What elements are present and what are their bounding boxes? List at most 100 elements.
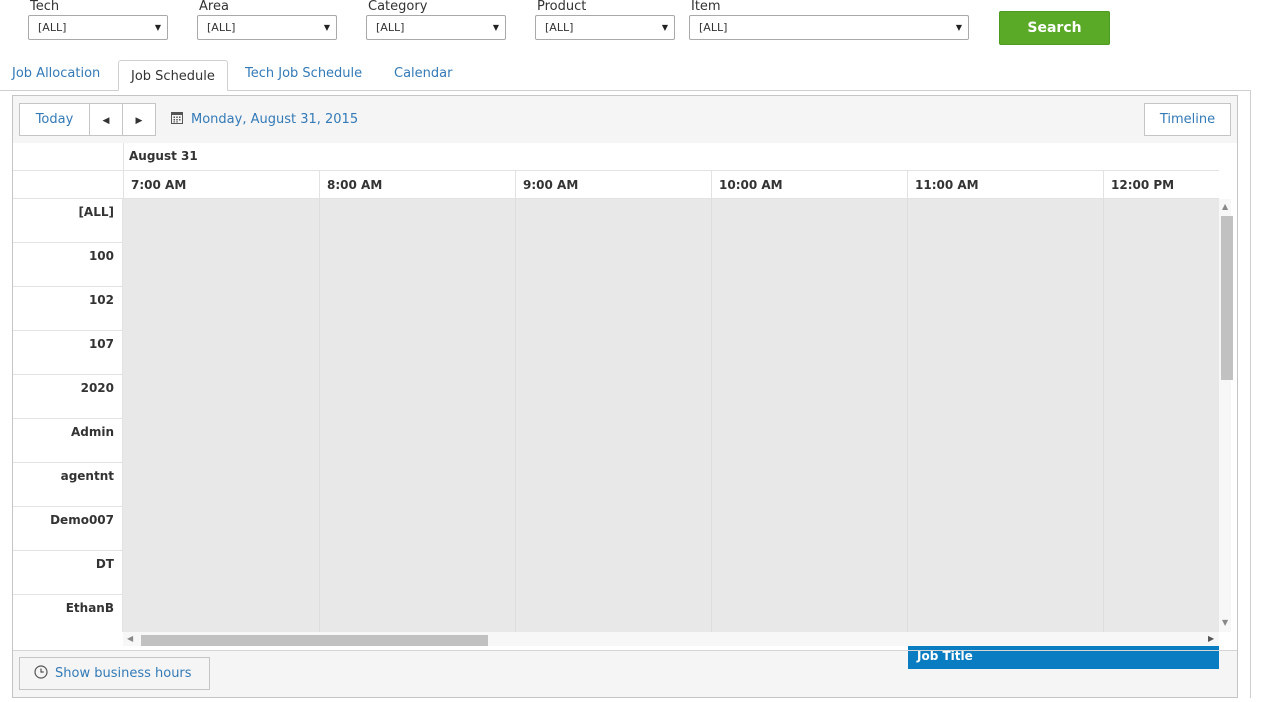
tab-job-allocation[interactable]: Job Allocation xyxy=(12,66,100,81)
time-header: 7:00 AM 8:00 AM 9:00 AM 10:00 AM 11:00 A… xyxy=(13,171,1219,199)
resource-row: EthanB xyxy=(13,595,1219,632)
resource-slot[interactable] xyxy=(123,199,1219,243)
resource-row: 102 xyxy=(13,287,1219,331)
resource-slot[interactable] xyxy=(123,595,1219,632)
time-header-cell: 10:00 AM xyxy=(711,171,907,198)
tab-strip: Job Allocation Job Schedule Tech Job Sch… xyxy=(0,60,1251,91)
filter-label: Tech xyxy=(30,0,60,14)
resource-label: Demo007 xyxy=(13,507,123,551)
resource-slot[interactable] xyxy=(123,243,1219,287)
clock-icon xyxy=(34,660,48,691)
filter-tech: Tech [ALL] ▼ xyxy=(28,0,168,40)
business-hours-label: Show business hours xyxy=(55,666,192,681)
filter-label: Area xyxy=(199,0,229,14)
hour-gridline xyxy=(319,199,320,632)
select-value: [ALL] xyxy=(545,21,574,34)
time-header-cell: 9:00 AM xyxy=(515,171,711,198)
category-select[interactable]: [ALL] ▼ xyxy=(366,15,506,40)
scroll-left-icon[interactable]: ◀ xyxy=(127,634,133,643)
horizontal-scrollbar[interactable]: ◀ ▶ xyxy=(123,632,1219,646)
show-business-hours-button[interactable]: Show business hours xyxy=(19,657,210,690)
tab-job-schedule[interactable]: Job Schedule xyxy=(118,60,228,91)
scroll-down-icon[interactable]: ▼ xyxy=(1222,618,1228,627)
resource-label: 100 xyxy=(13,243,123,287)
current-date-picker[interactable]: Monday, August 31, 2015 xyxy=(171,111,358,128)
next-button[interactable]: ▶ xyxy=(122,103,156,136)
scheduler-toolbar: Today ◀ ▶ Monday, August 31, 2015 Timeli… xyxy=(13,96,1237,144)
resource-row: 107 xyxy=(13,331,1219,375)
filter-label: Item xyxy=(691,0,721,14)
current-date-label: Monday, August 31, 2015 xyxy=(191,112,359,127)
scheduler: Today ◀ ▶ Monday, August 31, 2015 Timeli… xyxy=(12,95,1238,698)
scroll-up-icon[interactable]: ▲ xyxy=(1222,202,1228,211)
dropdown-arrow-icon: ▼ xyxy=(154,23,161,32)
filter-label: Category xyxy=(368,0,428,14)
filter-product: Product [ALL] ▼ xyxy=(535,0,675,40)
day-header-label: August 31 xyxy=(129,149,198,163)
hour-gridline xyxy=(907,199,908,632)
tab-tech-job-schedule[interactable]: Tech Job Schedule xyxy=(245,66,362,81)
time-header-cell: 12:00 PM xyxy=(1103,171,1219,198)
dropdown-arrow-icon: ▼ xyxy=(323,23,330,32)
date-header: August 31 xyxy=(13,143,1219,171)
tech-select[interactable]: [ALL] ▼ xyxy=(28,15,168,40)
resource-slot[interactable] xyxy=(123,331,1219,375)
select-value: [ALL] xyxy=(699,21,728,34)
timeline-view-button[interactable]: Timeline xyxy=(1144,103,1231,136)
filter-category: Category [ALL] ▼ xyxy=(366,0,506,40)
resource-slot[interactable] xyxy=(123,507,1219,551)
resource-slot[interactable] xyxy=(123,463,1219,507)
vertical-scroll-thumb[interactable] xyxy=(1221,216,1233,380)
header-corner xyxy=(13,171,124,198)
today-button[interactable]: Today xyxy=(19,103,90,136)
hour-gridline xyxy=(515,199,516,632)
resource-label: EthanB xyxy=(13,595,123,632)
vertical-scrollbar[interactable]: ▲ ▼ xyxy=(1219,199,1233,632)
resource-label: 102 xyxy=(13,287,123,331)
prev-button[interactable]: ◀ xyxy=(89,103,123,136)
resource-label: Admin xyxy=(13,419,123,463)
scroll-right-icon[interactable]: ▶ xyxy=(1208,634,1214,643)
select-value: [ALL] xyxy=(376,21,405,34)
hour-gridline xyxy=(711,199,712,632)
resource-slot[interactable] xyxy=(123,551,1219,595)
hour-gridline xyxy=(1103,199,1104,632)
resource-label: 107 xyxy=(13,331,123,375)
resource-rows: [ALL] 100 102 107 2020 Admin agentnt Dem… xyxy=(13,199,1219,632)
filter-area: Area [ALL] ▼ xyxy=(197,0,337,40)
caret-left-icon: ◀ xyxy=(102,116,110,126)
resource-row: 100 xyxy=(13,243,1219,287)
item-select[interactable]: [ALL] ▼ xyxy=(689,15,969,40)
resource-label: DT xyxy=(13,551,123,595)
tab-calendar[interactable]: Calendar xyxy=(394,66,452,81)
resource-label: agentnt xyxy=(13,463,123,507)
time-header-cell: 7:00 AM xyxy=(123,171,319,198)
horizontal-scroll-thumb[interactable] xyxy=(141,635,488,646)
time-header-cell: 11:00 AM xyxy=(907,171,1103,198)
area-select[interactable]: [ALL] ▼ xyxy=(197,15,337,40)
filter-label: Product xyxy=(537,0,587,14)
resource-row: Demo007 xyxy=(13,507,1219,551)
dropdown-arrow-icon: ▼ xyxy=(955,23,962,32)
resource-row: DT xyxy=(13,551,1219,595)
resource-slot[interactable] xyxy=(123,287,1219,331)
calendar-icon xyxy=(171,111,183,128)
resource-row: [ALL] xyxy=(13,199,1219,243)
resource-slot[interactable] xyxy=(123,375,1219,419)
dropdown-arrow-icon: ▼ xyxy=(492,23,499,32)
header-corner xyxy=(13,143,124,171)
filter-item: Item [ALL] ▼ xyxy=(689,0,969,40)
resource-row: Admin xyxy=(13,419,1219,463)
panel-border xyxy=(1250,91,1251,698)
resource-label: 2020 xyxy=(13,375,123,419)
product-select[interactable]: [ALL] ▼ xyxy=(535,15,675,40)
dropdown-arrow-icon: ▼ xyxy=(661,23,668,32)
scheduler-footer: Show business hours xyxy=(13,650,1237,698)
timeline-grid: August 31 7:00 AM 8:00 AM 9:00 AM 10:00 … xyxy=(13,143,1237,669)
resource-label: [ALL] xyxy=(13,199,123,243)
time-header-cell: 8:00 AM xyxy=(319,171,515,198)
select-value: [ALL] xyxy=(207,21,236,34)
select-value: [ALL] xyxy=(38,21,67,34)
resource-slot[interactable] xyxy=(123,419,1219,463)
search-button[interactable]: Search xyxy=(999,11,1110,45)
